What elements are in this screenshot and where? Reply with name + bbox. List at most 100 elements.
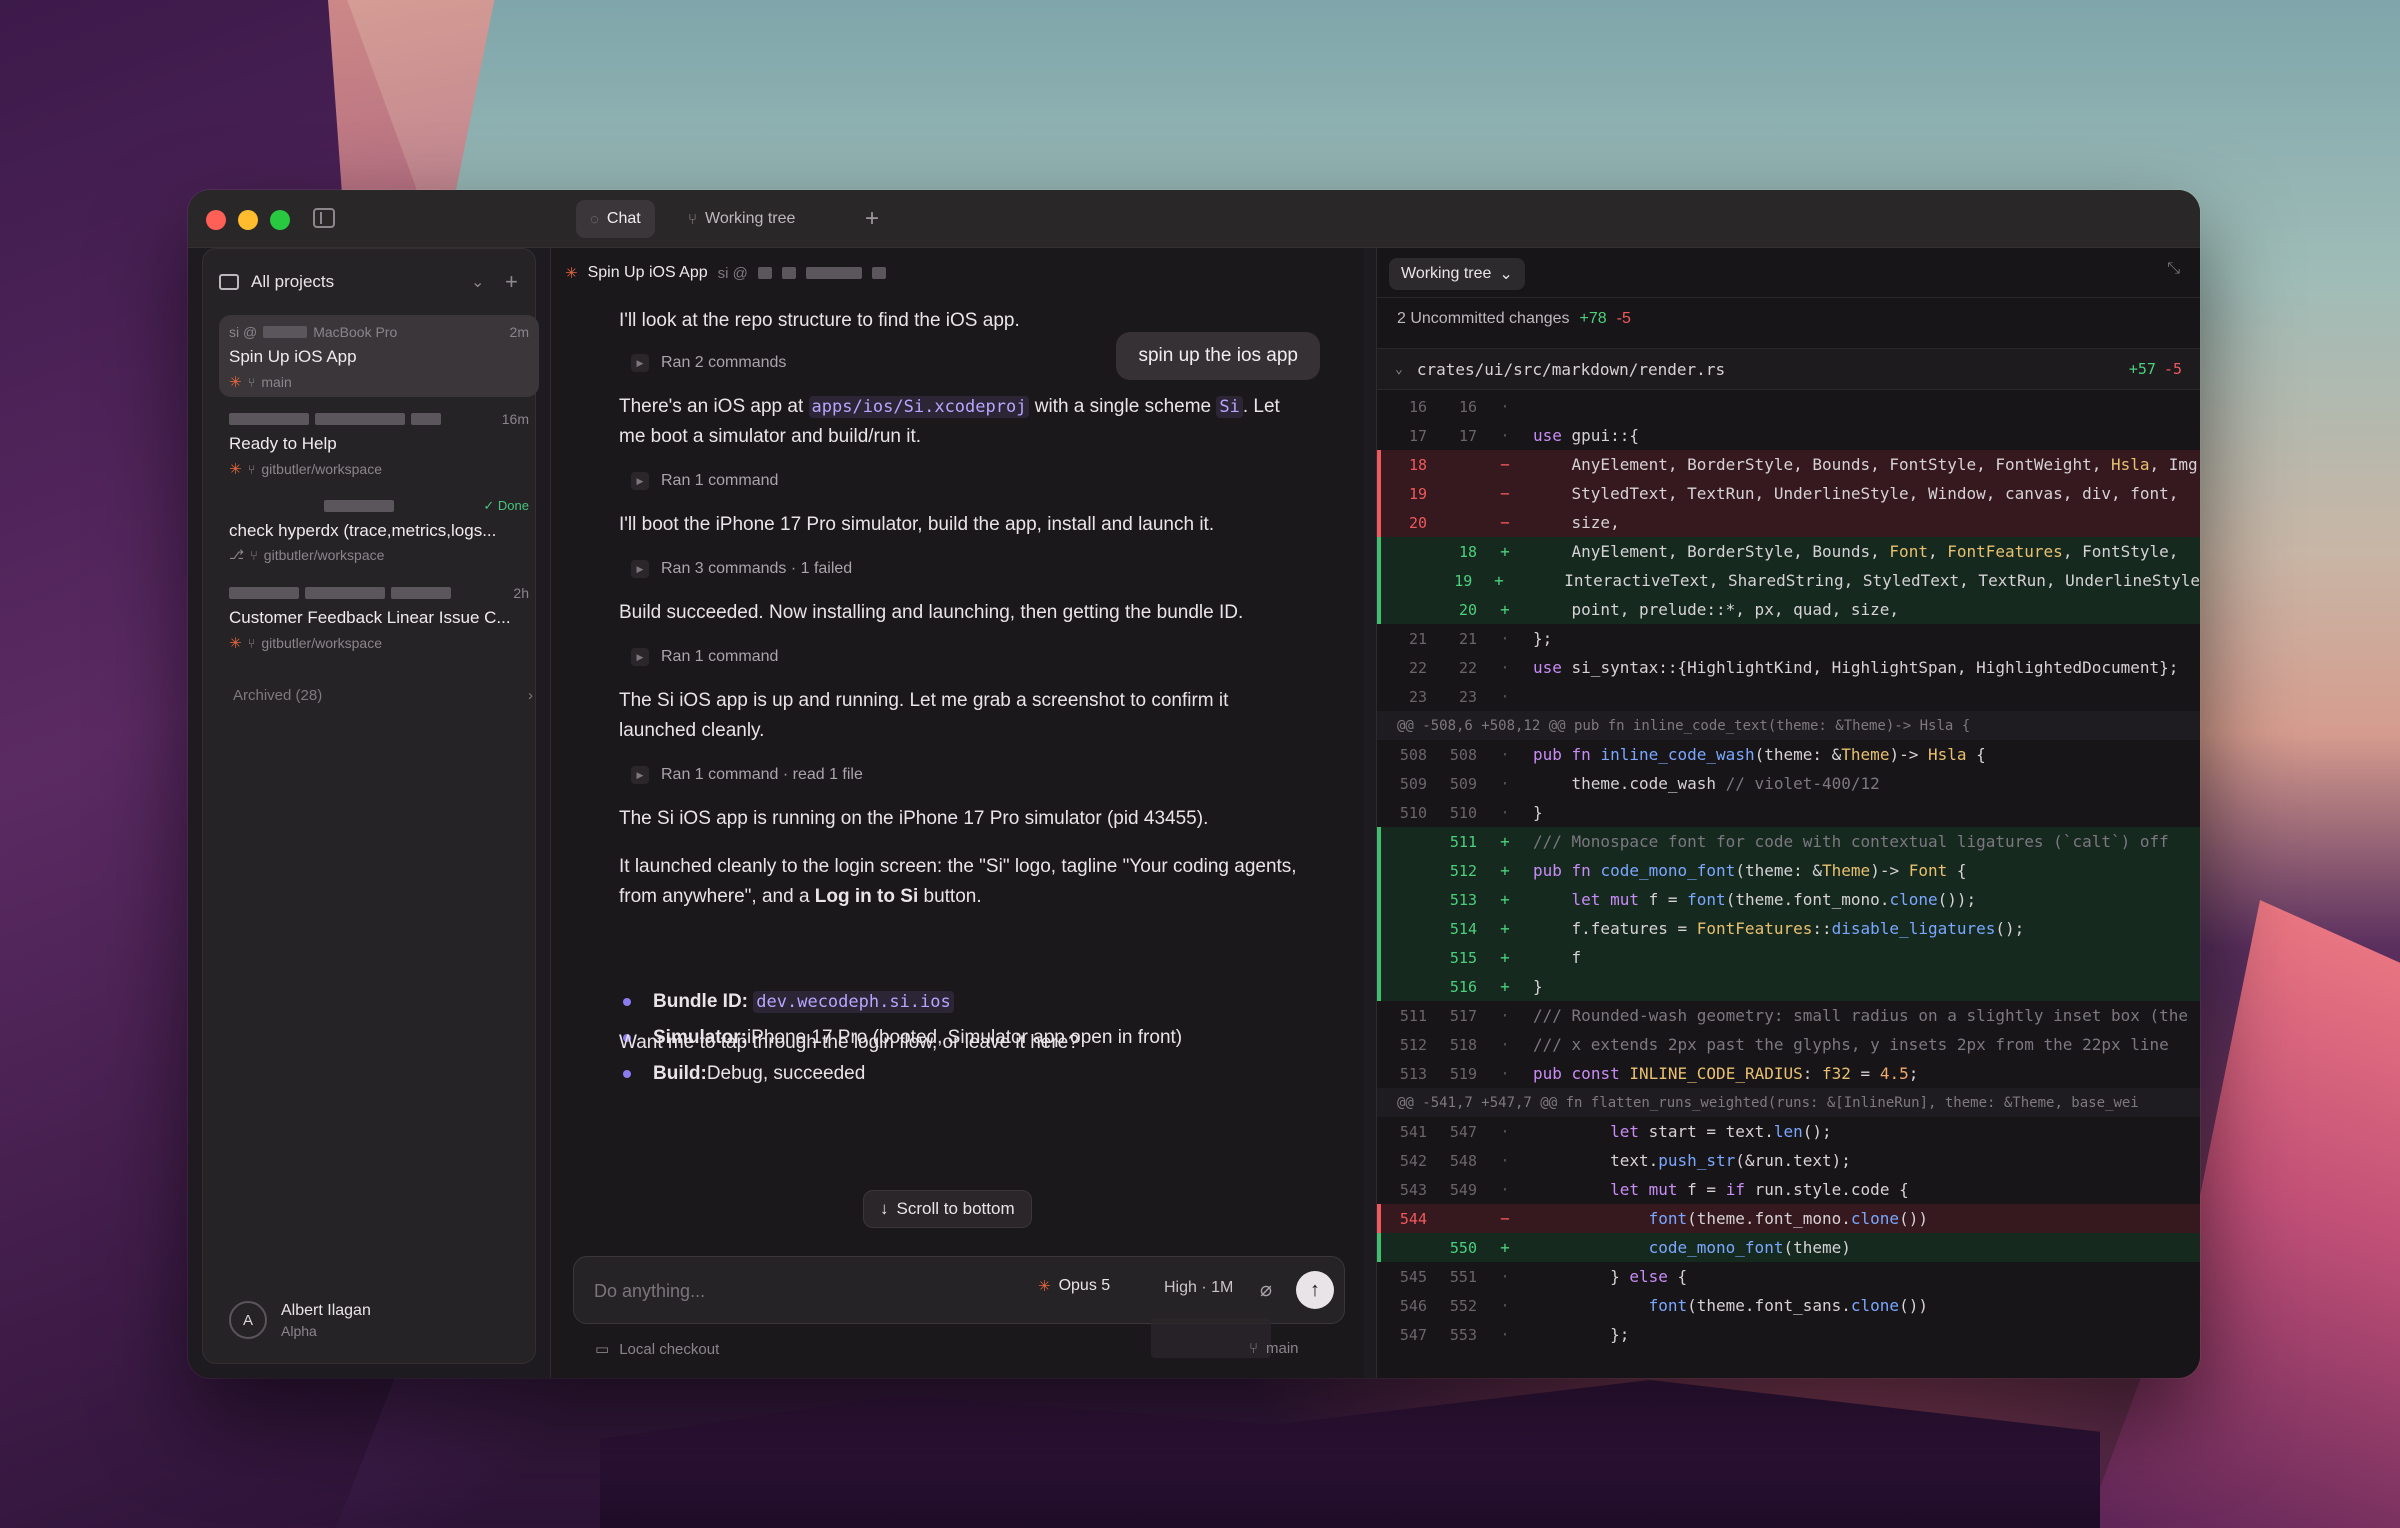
added-line: 19 + InteractiveText, SharedString, Style… <box>1377 566 2200 595</box>
ran-commands-toggle[interactable]: ▶ Ran 1 command <box>631 472 778 490</box>
deletions-count: -5 <box>1616 310 1631 327</box>
redacted-text <box>871 267 886 279</box>
old-line-number: 511 <box>1399 1006 1427 1025</box>
timestamp: 16m <box>501 411 529 427</box>
new-line-number: 517 <box>1449 1006 1477 1025</box>
code-text: AnyElement, BorderStyle, Bounds, FontSty… <box>1533 455 2198 474</box>
arrow-up-icon: ↑ <box>1310 1278 1320 1301</box>
add-tab-button[interactable]: + <box>856 200 888 238</box>
code-text: let mut f = font(theme.font_mono.clone()… <box>1571 890 1977 909</box>
old-line-number: 512 <box>1399 1035 1427 1054</box>
sidebar-item-spin-up-ios-app[interactable]: si @ MacBook Pro 2m Spin Up iOS App ✳ ⑂ mai… <box>219 315 539 397</box>
projects-header[interactable]: All projects ⌄ + <box>219 267 519 297</box>
context-line: 546 552 · font(theme.font_sans.clone()) <box>1377 1291 2200 1320</box>
old-line-number: 510 <box>1399 803 1427 822</box>
ran-commands-toggle[interactable]: ▶ Ran 1 command · read 1 file <box>631 766 863 784</box>
tab-label: Chat <box>606 210 641 227</box>
code-text: font(theme.font_sans.clone()) <box>1648 1296 1928 1315</box>
context-line: 547 553 · }; <box>1377 1320 2200 1349</box>
bullet-dot <box>623 1070 631 1078</box>
chevron-right-icon: ▶ <box>631 354 649 372</box>
chevron-down-icon: ⌄ <box>1395 361 1403 377</box>
assistant-message: Want me to tap through the login flow, o… <box>619 1032 1079 1053</box>
archived-link[interactable]: Archived (28) › <box>233 687 533 704</box>
tab-working-tree[interactable]: ⑂ Working tree <box>674 200 809 238</box>
code-text: let mut f = if run.style.code { <box>1610 1180 1909 1199</box>
diff-marker: − <box>1500 513 1510 532</box>
new-line-number: 17 <box>1458 426 1477 445</box>
diff-marker: + <box>1500 600 1510 619</box>
new-line-number: 509 <box>1449 774 1477 793</box>
new-line-number: 548 <box>1449 1151 1477 1170</box>
ran-commands-label: Ran 1 command <box>661 472 779 489</box>
diff-marker: + <box>1494 571 1504 590</box>
close-window-button[interactable] <box>206 210 226 230</box>
changes-summary: 2 Uncommitted changes +78 -5 <box>1397 310 1631 328</box>
code-text: use si_syntax::{HighlightKind, Highlight… <box>1533 658 2179 677</box>
file-header[interactable]: ⌄ crates/ui/src/markdown/render.rs +57 -5 <box>1377 348 2200 390</box>
diff-marker: + <box>1500 977 1510 996</box>
redacted-text <box>324 500 394 512</box>
project-title: Customer Feedback Linear Issue C... <box>229 608 511 627</box>
ran-commands-toggle[interactable]: ▶ Ran 2 commands <box>631 354 786 372</box>
new-line-number: 510 <box>1449 803 1477 822</box>
file-path: crates/ui/src/markdown/render.rs <box>1416 359 1726 379</box>
chevron-right-icon: ▶ <box>631 472 649 490</box>
user-profile[interactable]: A Albert Ilagan Alpha <box>229 1301 371 1339</box>
deleted-line: 544 − font(theme.font_mono.clone()) <box>1377 1204 2200 1233</box>
branch-name: gitbutler/workspace <box>263 547 385 563</box>
diff-toolbar: Working tree ⌄ ⤡ <box>1377 248 2200 298</box>
diff-code: 16 16 · 17 17 · use gpui::{18− AnyElement, Bor… <box>1377 392 2200 1349</box>
diff-marker: · <box>1500 774 1510 793</box>
ran-commands-label: Ran 1 command · read 1 file <box>661 766 863 783</box>
send-button[interactable]: ↑ <box>1296 1271 1334 1309</box>
model-selector[interactable]: ✳ Opus 5 <box>1038 1277 1110 1295</box>
add-project-icon[interactable]: + <box>505 269 518 295</box>
zoom-window-button[interactable] <box>270 210 290 230</box>
paperclip-icon[interactable]: ⌀ <box>1260 1277 1272 1302</box>
collapse-icon[interactable]: ⤡ <box>2167 260 2180 278</box>
chat-header: ✳ Spin Up iOS App si @ <box>565 264 886 282</box>
context-line: 542 548 · text.push_str(&run.text); <box>1377 1146 2200 1175</box>
diff-marker: − <box>1500 484 1510 503</box>
ran-commands-toggle[interactable]: ▶ Ran 1 command <box>631 648 778 666</box>
redacted-text <box>263 326 308 338</box>
scroll-to-bottom-button[interactable]: ↓ Scroll to bottom <box>863 1190 1032 1228</box>
inline-code: dev.wecodeph.si.ios <box>753 991 954 1013</box>
added-line: 513 + let mut f = font(theme.font_mono.cl… <box>1377 885 2200 914</box>
app-window: ◌ Chat ⑂ Working tree + All projects ⌄ +… <box>188 190 2200 1378</box>
local-checkout-button[interactable]: ▭ Local checkout <box>595 1340 720 1359</box>
context-line: 508 508 · pub fn inline_code_wash(theme: &T… <box>1377 740 2200 769</box>
new-line-number: 18 <box>1458 542 1477 561</box>
new-line-number: 514 <box>1449 919 1477 938</box>
effort-selector[interactable]: High · 1M <box>1164 1279 1233 1297</box>
timestamp: 2m <box>509 324 529 340</box>
changes-count: 2 Uncommitted changes <box>1397 310 1570 327</box>
old-line-number: 21 <box>1408 629 1427 648</box>
pull-request-icon: ⎇ <box>229 547 244 562</box>
bullet-label: Bundle ID: <box>653 991 748 1012</box>
ran-commands-toggle[interactable]: ▶ Ran 3 commands · 1 failed <box>631 560 852 578</box>
diff-marker: · <box>1500 1180 1510 1199</box>
bullet-label: Build: <box>653 1063 707 1084</box>
host-label: MacBook Pro <box>313 324 398 340</box>
deletions-count: -5 <box>2163 360 2182 378</box>
sidebar-toggle-icon[interactable] <box>313 208 335 228</box>
new-line-number: 515 <box>1449 948 1477 967</box>
folder-icon <box>219 274 239 290</box>
prompt-input[interactable] <box>594 1275 974 1307</box>
branch-selector[interactable]: ⑂ main <box>1249 1340 1299 1357</box>
branch-icon: ⑂ <box>247 461 256 477</box>
sidebar-item-check-hyperdx[interactable]: ✓ Done check hyperdx (trace,metrics,logs… <box>219 489 539 571</box>
diff-panel: Working tree ⌄ ⤡ 2 Uncommitted changes +… <box>1376 248 2200 1378</box>
tab-chat[interactable]: ◌ Chat <box>576 200 655 238</box>
sidebar-item-customer-feedback[interactable]: 2h Customer Feedback Linear Issue C... ✳… <box>219 576 539 658</box>
bold-text: Log in to Si <box>814 886 919 907</box>
chevron-down-icon[interactable]: ⌄ <box>471 272 484 292</box>
minimize-window-button[interactable] <box>238 210 258 230</box>
checkout-label: Local checkout <box>619 1340 720 1358</box>
working-tree-dropdown[interactable]: Working tree ⌄ <box>1389 258 1525 290</box>
chevron-right-icon: › <box>528 687 533 704</box>
sidebar-item-ready-to-help[interactable]: 16m Ready to Help ✳ ⑂ gitbutler/workspace <box>219 402 539 484</box>
code-text: point, prelude::*, px, quad, size, <box>1533 600 1900 619</box>
